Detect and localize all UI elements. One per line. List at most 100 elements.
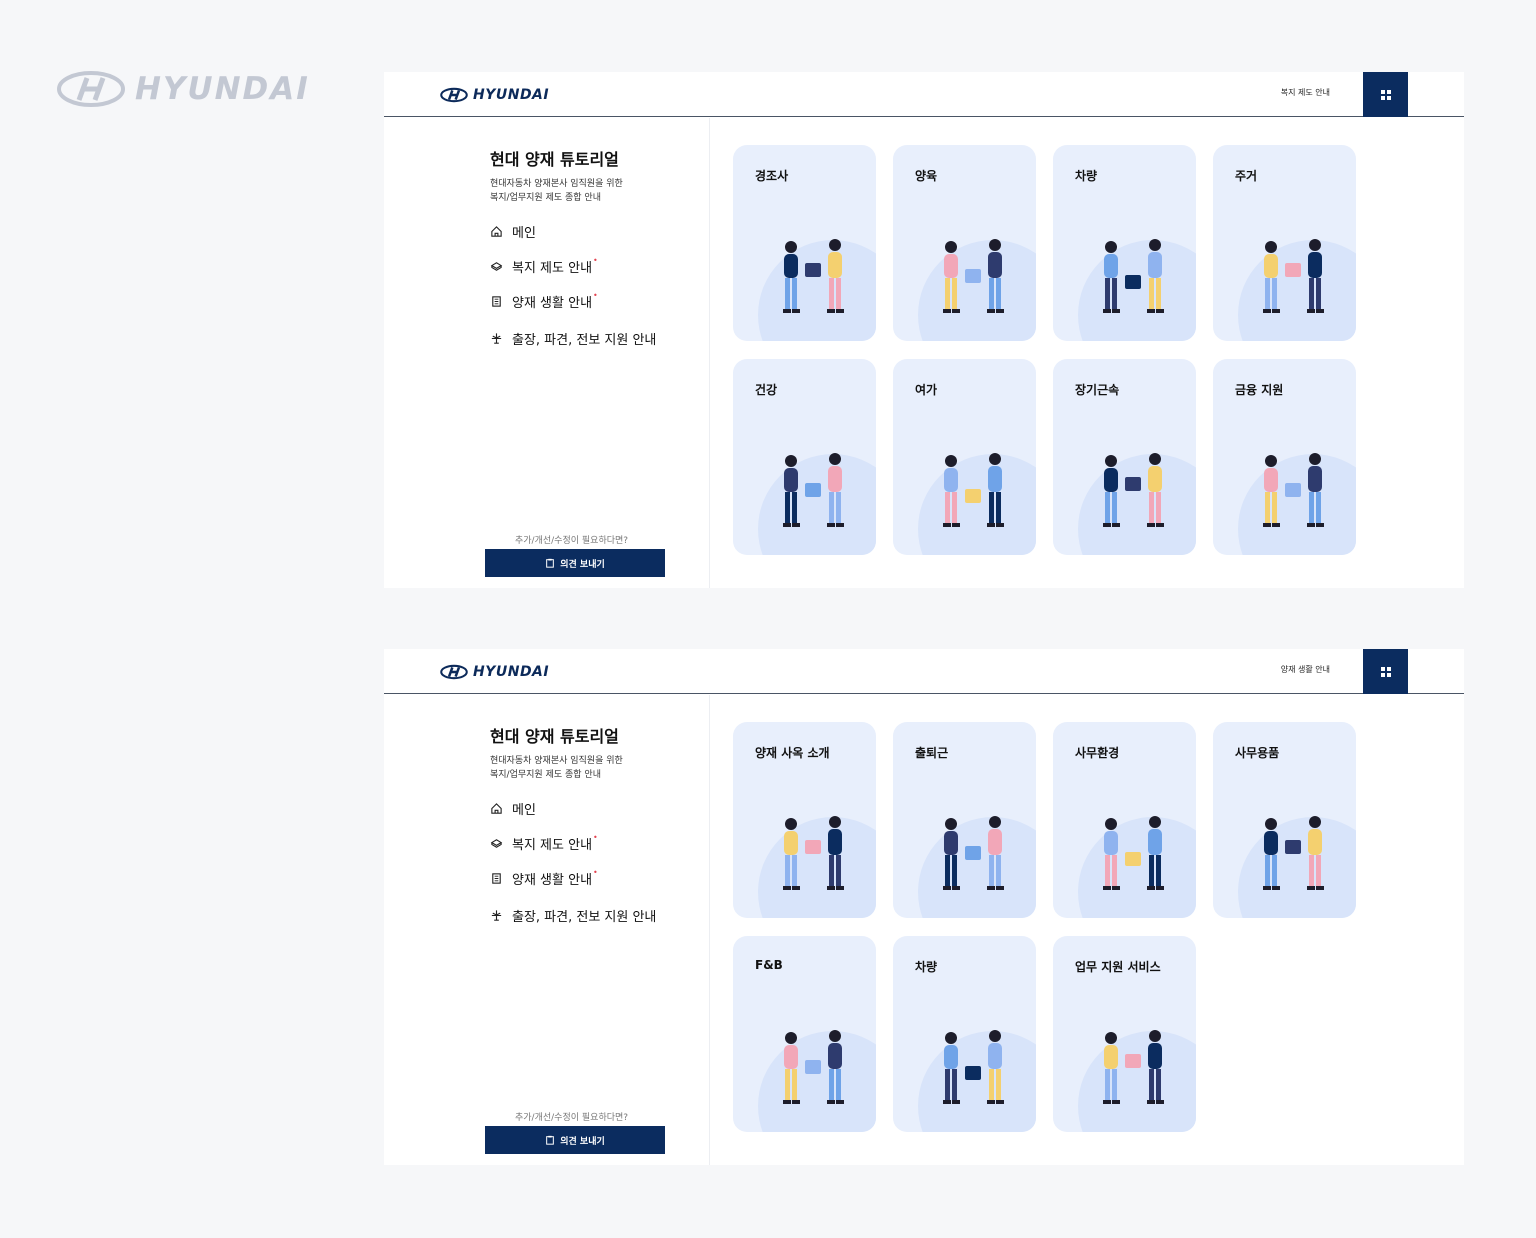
subtitle-line: 현대자동차 양재본사 임직원을 위한 [490, 179, 623, 189]
header: HYUNDAI 복지 제도 안내 [384, 72, 1464, 117]
card-label: 경조사 [755, 169, 789, 183]
category-card[interactable]: 경조사 [733, 145, 876, 341]
category-card[interactable]: 주거 [1213, 145, 1356, 341]
building-icon [490, 872, 503, 885]
nav-label: 양재 생활 안내 [512, 295, 593, 311]
nav-label: 양재 생활 안내 [512, 872, 593, 888]
grid-icon [1380, 89, 1391, 100]
sidebar-nav: 메인 복지 제도 안내 • 양재 생활 안내 • 출장, 파견, 전보 지원 안… [490, 222, 656, 364]
category-card[interactable]: 사무환경 [1053, 722, 1196, 918]
card-label: 차량 [915, 960, 938, 974]
hyundai-emblem-icon [440, 87, 468, 103]
category-card[interactable]: 출퇴근 [893, 722, 1036, 918]
menu-button[interactable] [1363, 649, 1408, 694]
subtitle-line: 복지/업무지원 제도 종합 안내 [490, 193, 601, 203]
nav-item-welfare[interactable]: 복지 제도 안내 • [490, 832, 656, 853]
breadcrumb: 복지 제도 안내 [1280, 88, 1330, 97]
nav-label: 복지 제도 안내 [512, 260, 593, 276]
car-luggage-illustration [923, 1024, 1023, 1110]
header: HYUNDAI 양재 생활 안내 [384, 649, 1464, 694]
gift-exchange-illustration [763, 233, 863, 319]
subtitle-line: 복지/업무지원 제도 종합 안내 [490, 770, 601, 780]
category-card[interactable]: 건강 [733, 359, 876, 555]
new-dot: • [593, 867, 598, 877]
nav-label: 복지 제도 안내 [512, 837, 593, 853]
category-card[interactable]: 사무용품 [1213, 722, 1356, 918]
card-label: 사무용품 [1235, 746, 1280, 760]
card-label: 양재 사옥 소개 [755, 746, 830, 760]
category-card[interactable]: 차량 [1053, 145, 1196, 341]
coin-people-illustration [1243, 447, 1343, 533]
send-feedback-label: 의견 보내기 [560, 1136, 605, 1147]
sidebar: 현대 양재 튜토리얼 현대자동차 양재본사 임직원을 위한 복지/업무지원 제도… [384, 695, 710, 1165]
category-card[interactable]: F&B [733, 936, 876, 1132]
couple-sofa-illustration [1243, 233, 1343, 319]
category-card[interactable]: 양육 [893, 145, 1036, 341]
sidebar-nav: 메인 복지 제도 안내 • 양재 생활 안내 • 출장, 파견, 전보 지원 안… [490, 799, 656, 941]
category-card[interactable]: 양재 사옥 소개 [733, 722, 876, 918]
category-card[interactable]: 업무 지원 서비스 [1053, 936, 1196, 1132]
screen-welfare: HYUNDAI 복지 제도 안내 현대 양재 튜토리얼 현대자동차 양재본사 임… [384, 72, 1464, 588]
sidebar: 현대 양재 튜토리얼 현대자동차 양재본사 임직원을 위한 복지/업무지원 제도… [384, 118, 710, 588]
feedback-prompt: 추가/개선/수정이 필요하다면? [515, 1113, 629, 1123]
new-dot: • [593, 832, 598, 842]
home-icon [490, 802, 503, 815]
send-feedback-button[interactable]: 의견 보내기 [485, 1126, 665, 1154]
nav-label: 출장, 파견, 전보 지원 안내 [512, 332, 657, 348]
clipboard-icon [546, 558, 555, 568]
page-title: 현대 양재 튜토리얼 [490, 727, 619, 746]
card-label: 장기근속 [1075, 383, 1120, 397]
category-card[interactable]: 장기근속 [1053, 359, 1196, 555]
send-feedback-button[interactable]: 의견 보내기 [485, 549, 665, 577]
card-label: 사무환경 [1075, 746, 1120, 760]
header-logo[interactable]: HYUNDAI [440, 664, 549, 680]
nav-item-main[interactable]: 메인 [490, 222, 656, 241]
colleagues-illustration [1083, 447, 1183, 533]
nav-item-main[interactable]: 메인 [490, 799, 656, 818]
armchair-laptop-illustration [763, 810, 863, 896]
clipboard-icon [546, 1135, 555, 1145]
menu-button[interactable] [1363, 72, 1408, 117]
nav-item-travel[interactable]: 출장, 파견, 전보 지원 안내 [490, 329, 657, 348]
header-wordmark: HYUNDAI [473, 87, 550, 103]
page-subtitle: 현대자동차 양재본사 임직원을 위한 복지/업무지원 제도 종합 안내 [490, 177, 690, 205]
feedback-prompt: 추가/개선/수정이 필요하다면? [515, 536, 629, 546]
stroller-illustration [923, 233, 1023, 319]
cafe-table-illustration [763, 1024, 863, 1110]
nav-item-welfare[interactable]: 복지 제도 안내 • [490, 255, 656, 276]
card-label: F&B [755, 958, 783, 972]
category-card[interactable]: 금융 지원 [1213, 359, 1356, 555]
brand-logo: HYUNDAI [57, 70, 310, 108]
card-label: 여가 [915, 383, 938, 397]
category-card[interactable]: 여가 [893, 359, 1036, 555]
header-wordmark: HYUNDAI [473, 664, 550, 680]
card-label: 주거 [1235, 169, 1258, 183]
grid-icon [1380, 666, 1391, 677]
brand-wordmark: HYUNDAI [135, 71, 310, 107]
nav-label: 메인 [512, 225, 536, 241]
screen-life: HYUNDAI 양재 생활 안내 현대 양재 튜토리얼 현대자동차 양재본사 임… [384, 649, 1464, 1165]
breadcrumb: 양재 생활 안내 [1280, 665, 1330, 674]
nav-label: 메인 [512, 802, 536, 818]
building-icon [490, 295, 503, 308]
car-person-illustration [1083, 233, 1183, 319]
gift-icon [490, 260, 503, 273]
laptop-chair-illustration [923, 447, 1023, 533]
gift-icon [490, 837, 503, 850]
header-logo[interactable]: HYUNDAI [440, 87, 549, 103]
home-icon [490, 225, 503, 238]
send-feedback-label: 의견 보내기 [560, 559, 605, 570]
nav-item-travel[interactable]: 출장, 파견, 전보 지원 안내 [490, 906, 656, 925]
card-label: 차량 [1075, 169, 1098, 183]
new-dot: • [593, 290, 598, 300]
plane-icon [490, 909, 503, 922]
category-card[interactable]: 차량 [893, 936, 1036, 1132]
card-label: 양육 [915, 169, 938, 183]
desk-worker-illustration [1243, 810, 1343, 896]
commuter-illustration [923, 810, 1023, 896]
two-workers-illustration [1083, 1024, 1183, 1110]
new-dot: • [593, 255, 598, 265]
card-label: 출퇴근 [915, 746, 949, 760]
nav-item-life[interactable]: 양재 생활 안내 • [490, 867, 656, 888]
nav-item-life[interactable]: 양재 생활 안내 • [490, 290, 656, 311]
